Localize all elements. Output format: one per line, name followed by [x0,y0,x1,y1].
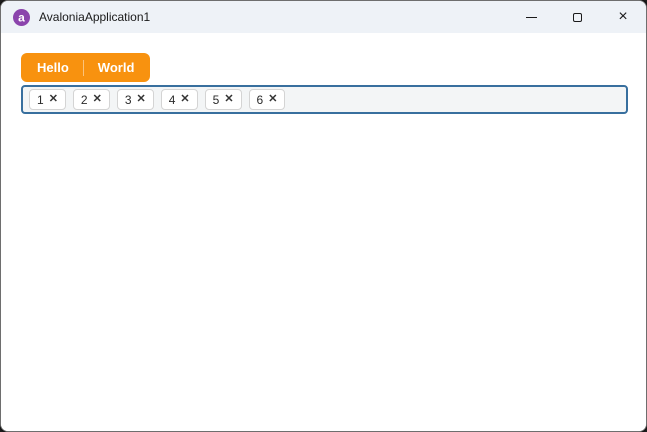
chip-label: 4 [168,92,176,107]
tab-world-label: World [97,60,135,75]
window-content: Hello World 1 ✕ 2 ✕ 3 ✕ 4 ✕ 5 ✕ 6 ✕ [1,33,646,431]
chip-remove-icon[interactable]: ✕ [268,94,277,105]
chip-remove-icon[interactable]: ✕ [49,94,58,105]
tab-world[interactable]: World [84,53,149,82]
chip-label: 1 [37,92,44,107]
window-controls: × [508,1,646,33]
chip-label: 2 [80,92,88,107]
chip-remove-icon[interactable]: ✕ [93,94,102,105]
chip-2[interactable]: 2 ✕ [72,89,110,110]
chip-label: 3 [124,92,132,107]
chip-6[interactable]: 6 ✕ [248,89,286,110]
tab-hello-label: Hello [37,60,69,75]
svg-text:a: a [18,10,25,24]
chips-input[interactable]: 1 ✕ 2 ✕ 3 ✕ 4 ✕ 5 ✕ 6 ✕ [21,85,628,114]
chip-label: 5 [212,92,220,107]
title-bar: a AvaloniaApplication1 × [1,1,646,33]
close-button[interactable]: × [600,1,646,33]
maximize-icon [572,12,582,22]
chip-label: 6 [256,92,264,107]
maximize-button[interactable] [554,1,600,33]
window-title: AvaloniaApplication1 [39,10,151,24]
chip-1[interactable]: 1 ✕ [29,89,66,110]
minimize-button[interactable] [508,1,554,33]
chip-remove-icon[interactable]: ✕ [137,94,146,105]
avalonia-logo-icon: a [13,8,30,26]
minimize-icon [525,16,537,18]
close-icon: × [618,8,628,25]
chip-4[interactable]: 4 ✕ [160,89,198,110]
chip-remove-icon[interactable]: ✕ [224,94,233,105]
chip-5[interactable]: 5 ✕ [204,89,242,110]
chip-3[interactable]: 3 ✕ [116,89,154,110]
tab-strip: Hello World [21,53,151,82]
app-window: a AvaloniaApplication1 × Hello World 1 ✕… [0,0,647,432]
chip-remove-icon[interactable]: ✕ [180,94,189,105]
tab-hello[interactable]: Hello [23,53,83,82]
